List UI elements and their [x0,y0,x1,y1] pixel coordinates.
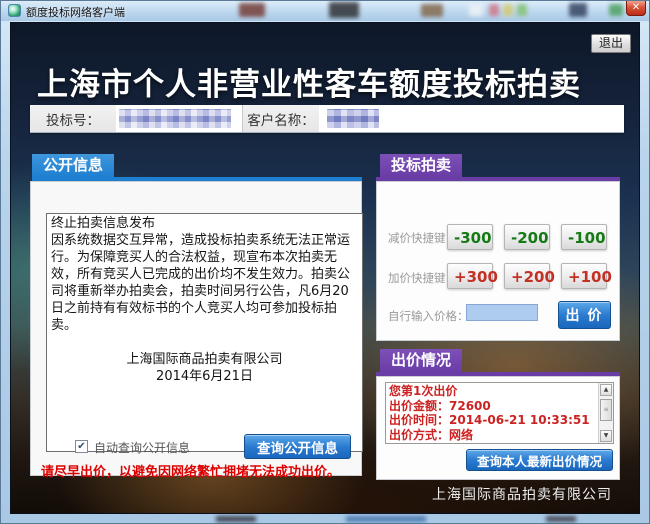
bid-status-line: 出价方式：网络 [389,428,596,443]
tab-bid-status: 出价情况 [380,349,462,372]
desktop-blur-decoration [489,4,499,16]
scroll-up-icon[interactable]: ▲ [600,384,612,396]
exit-button[interactable]: 退出 [591,34,631,53]
taskbar-blur-decoration [216,516,256,522]
auto-query-label: 自动查询公开信息 [94,439,190,456]
price-input[interactable] [466,304,538,321]
increase-keys-label: 加价快捷键 [388,270,446,286]
desktop-blur-decoration [239,3,265,17]
desktop-blur-decoration [517,4,527,16]
id-bar: 投标号： 客户名称： [30,105,624,133]
scroll-down-icon[interactable]: ▼ [600,430,612,442]
customer-name-value-redacted [327,109,379,128]
price-input-label: 自行输入价格： [388,308,469,324]
bid-early-warning: 请尽早出价，以避免因网络繁忙拥堵无法成功出价。 [41,461,340,480]
customer-name-field [319,105,624,132]
auto-query-checkbox[interactable]: ✔ [75,440,88,453]
close-button[interactable]: ✕ [626,1,646,16]
app-window: 额度投标网络客户端 ✕ 退出 上海市个人非营业性客车额度投标拍卖 投标号： 客户… [0,0,650,524]
bid-number-value-redacted [119,109,231,128]
decrease-keys-label: 减价快捷键 [388,230,446,246]
notice-body: 因系统数据交互异常，造成投标拍卖系统无法正常运行。为保障竞买人的合法权益，现宣布… [51,232,358,334]
page-title: 上海市个人非营业性客车额度投标拍卖 [37,59,637,104]
bid-status-line: 出价金额：72600 [389,399,596,414]
notice-company: 上海国际商品拍卖有限公司 [51,351,358,368]
increase-200-button[interactable]: +200 [504,263,550,289]
desktop-blur-decoration [569,3,587,17]
bid-status-line: 您第1次出价 [389,384,596,399]
increase-100-button[interactable]: +100 [561,263,607,289]
footer-company: 上海国际商品拍卖有限公司 [432,484,612,504]
desktop-blur-decoration [503,4,513,16]
taskbar-blur-decoration [346,516,426,522]
decrease-200-button[interactable]: -200 [504,224,550,250]
tab-bidding: 投标拍卖 [380,154,462,177]
tab-public-info: 公开信息 [32,154,114,177]
bid-status-panel: 您第1次出价 出价金额：72600 出价时间：2014-06-21 10:33:… [376,376,620,480]
main-content: 退出 上海市个人非营业性客车额度投标拍卖 投标号： 客户名称： 公开信息 终止拍… [10,22,640,514]
bid-status-line: 出价时间：2014-06-21 10:33:51 [389,413,596,428]
app-icon [8,4,21,17]
notice-title: 终止拍卖信息发布 [51,215,358,232]
titlebar: 额度投标网络客户端 ✕ [1,1,649,21]
scrollbar-thumb[interactable]: ≡ [600,399,612,421]
desktop-blur-decoration [329,2,359,18]
query-public-info-button[interactable]: 查询公开信息 [244,434,351,459]
decrease-100-button[interactable]: -100 [561,224,607,250]
public-info-textarea[interactable]: 终止拍卖信息发布 因系统数据交互异常，造成投标拍卖系统无法正常运行。为保障竞买人… [46,213,363,452]
decrease-300-button[interactable]: -300 [447,224,493,250]
checkbox-check-icon: ✔ [77,441,85,452]
notice-date: 2014年6月21日 [51,368,358,385]
desktop-blur-decoration [609,4,623,16]
increase-300-button[interactable]: +300 [447,263,493,289]
bidding-panel: 减价快捷键 -300 -200 -100 加价快捷键 +300 +200 +10… [376,181,620,341]
query-latest-bid-button[interactable]: 查询本人最新出价情况 [466,449,613,471]
public-info-panel: 终止拍卖信息发布 因系统数据交互异常，造成投标拍卖系统无法正常运行。为保障竞买人… [30,181,362,476]
bid-button[interactable]: 出 价 [558,301,611,329]
close-icon: ✕ [632,2,640,13]
desktop-blur-decoration [421,4,443,17]
desktop-blur-decoration [469,4,483,16]
bid-number-field [116,105,242,132]
window-title: 额度投标网络客户端 [26,4,125,20]
scrollbar[interactable]: ▲ ≡ ▼ [598,383,613,443]
bid-number-label: 投标号： [30,105,116,132]
bid-status-textarea[interactable]: 您第1次出价 出价金额：72600 出价时间：2014-06-21 10:33:… [385,382,614,444]
taskbar-blur-decoration [546,516,576,522]
customer-name-label: 客户名称： [242,105,319,132]
